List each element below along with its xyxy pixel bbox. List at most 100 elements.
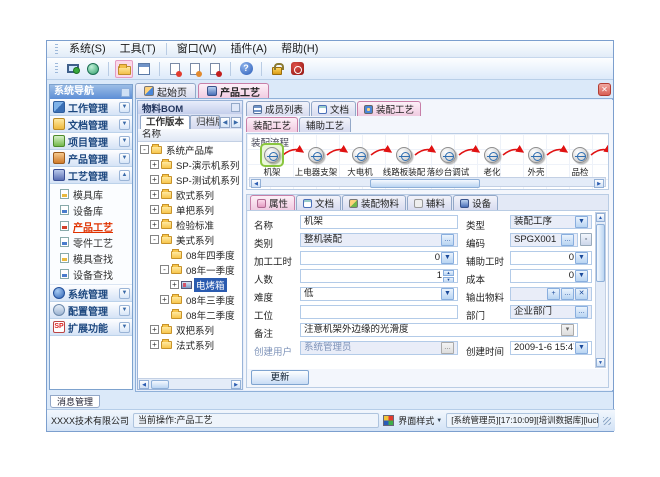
menu-help[interactable]: 帮助(H) [274, 41, 325, 57]
tree-node[interactable]: + SP-测试机系列 [138, 172, 242, 187]
chevron-down-icon[interactable] [119, 102, 130, 113]
tab-members[interactable]: 成员列表 [246, 101, 310, 116]
tree-node[interactable]: - 美式系列 [138, 232, 242, 247]
flow-node[interactable]: 外壳 [514, 145, 558, 177]
sidebar-group-work[interactable]: 工作管理 [50, 99, 132, 116]
station-field[interactable] [300, 305, 458, 319]
sidebar-group-document[interactable]: 文档管理 [50, 116, 132, 133]
form-add-icon[interactable] [166, 60, 184, 78]
monitor-icon[interactable] [64, 60, 82, 78]
create-time-field[interactable]: 2009-1-6 15:47:24 ▼ [510, 341, 592, 355]
tree-toggle[interactable]: + [150, 175, 159, 184]
chevron-down-icon[interactable] [119, 322, 130, 333]
report-icon[interactable] [135, 60, 153, 78]
sidebar-menu-button[interactable] [121, 88, 130, 97]
chevron-down-icon[interactable] [119, 288, 130, 299]
tab-assembly-process[interactable]: 装配工艺 [357, 101, 421, 116]
exit-icon[interactable] [288, 60, 306, 78]
scroll-left-icon[interactable]: ◀ [251, 179, 261, 188]
clear-icon[interactable]: ✕ [575, 288, 588, 300]
name-field[interactable]: 机架 [300, 215, 458, 229]
code-field[interactable]: SPGX001 … [510, 233, 578, 247]
style-palette-icon[interactable] [383, 415, 394, 426]
scroll-right-icon[interactable]: ▶ [231, 117, 241, 128]
ellipsis-icon[interactable]: … [575, 306, 588, 318]
add-icon[interactable]: + [547, 288, 560, 300]
sidebar-item-equipment-lib[interactable]: 设备库 [50, 202, 132, 218]
flow-node[interactable]: 落纱台调试 [426, 145, 470, 177]
form-edit-icon[interactable] [186, 60, 204, 78]
flow-horizontal-scrollbar[interactable]: ◀ ▶ [249, 177, 606, 187]
message-manager-tab[interactable]: 消息管理 [50, 395, 100, 408]
chevron-up-icon[interactable] [119, 170, 130, 181]
globe-icon[interactable] [84, 60, 102, 78]
people-field[interactable]: 1 ▲▼ [300, 269, 458, 283]
tree-toggle[interactable]: + [170, 280, 179, 289]
sidebar-group-config[interactable]: 配置管理 [50, 302, 132, 319]
dropdown-icon[interactable]: ▼ [575, 270, 588, 282]
tree-node[interactable]: 08年四季度 [138, 247, 242, 262]
tree-toggle[interactable]: + [150, 220, 159, 229]
flow-node[interactable]: 线路板装配 [382, 145, 426, 177]
chevron-down-icon[interactable] [119, 153, 130, 164]
tree-node[interactable]: - 系统产品库 [138, 142, 242, 157]
creator-field[interactable]: 系统管理员 … [300, 341, 458, 355]
dropdown-icon[interactable]: ▼ [575, 216, 588, 228]
dropdown-icon[interactable]: ▼ [441, 252, 454, 264]
tree-node[interactable]: + 双把系列 [138, 322, 242, 337]
tree-toggle[interactable]: + [160, 295, 169, 304]
menu-system[interactable]: 系统(S) [62, 41, 113, 57]
output-material-field[interactable]: + … ✕ [510, 287, 592, 301]
folder-open-icon[interactable] [115, 60, 133, 78]
tab-assembly-material[interactable]: 装配物料 [342, 195, 406, 210]
chevron-down-icon[interactable] [119, 305, 130, 316]
tab-prop-documents[interactable]: 文档 [296, 195, 341, 210]
tree-node[interactable]: + 欧式系列 [138, 187, 242, 202]
sidebar-item-equipment-search[interactable]: 设备查找 [50, 266, 132, 282]
subtab-assembly[interactable]: 装配工艺 [246, 117, 298, 132]
form-delete-icon[interactable] [206, 60, 224, 78]
scrollbar-thumb[interactable] [596, 224, 605, 282]
tree-toggle[interactable]: - [140, 145, 149, 154]
tree-column-header[interactable]: 名称 [138, 129, 242, 142]
scroll-left-icon[interactable]: ◀ [139, 380, 149, 389]
subtab-auxiliary[interactable]: 辅助工艺 [299, 117, 351, 132]
tree-node[interactable]: - 08年一季度 [138, 262, 242, 277]
sidebar-group-craft[interactable]: 工艺管理 [50, 167, 132, 184]
tree-toggle[interactable]: + [150, 340, 159, 349]
memo-edit-icon[interactable]: ▾ [561, 324, 574, 336]
ui-style-dropdown[interactable]: 界面样式 ▼ [398, 414, 442, 427]
flow-node[interactable]: 老化 [470, 145, 514, 177]
scroll-left-icon[interactable]: ◀ [220, 117, 230, 128]
close-icon[interactable]: ✕ [598, 83, 611, 96]
sidebar-item-mould-search[interactable]: 模具查找 [50, 250, 132, 266]
form-vertical-scrollbar[interactable]: ▲ ▼ [595, 212, 606, 368]
tree-node[interactable]: + 08年三季度 [138, 292, 242, 307]
resize-grip[interactable] [603, 417, 611, 425]
flow-node[interactable]: 品检 [558, 145, 602, 177]
scrollbar-thumb[interactable] [370, 179, 480, 188]
chevron-down-icon[interactable] [119, 119, 130, 130]
ellipsis-icon[interactable]: … [441, 234, 454, 246]
flow-node[interactable]: 大电机 [338, 145, 382, 177]
sidebar-group-extension[interactable]: SP 扩展功能 [50, 319, 132, 336]
flow-node-selected[interactable]: 机架 [250, 145, 294, 177]
sidebar-group-system[interactable]: 系统管理 [50, 285, 132, 302]
ellipsis-icon[interactable]: … [441, 342, 454, 354]
ellipsis-icon[interactable]: … [561, 234, 574, 246]
help-icon[interactable]: ? [237, 60, 255, 78]
scroll-right-icon[interactable]: ▶ [594, 179, 604, 188]
scroll-up-icon[interactable]: ▲ [596, 213, 605, 222]
tree-node-selected[interactable]: + 电烤箱 [138, 277, 242, 292]
menu-window[interactable]: 窗口(W) [170, 41, 224, 57]
department-field[interactable]: 企业部门 … [510, 305, 592, 319]
scrollbar-thumb[interactable] [151, 380, 169, 389]
update-button[interactable]: 更新 [251, 370, 309, 385]
tree-toggle[interactable]: - [150, 235, 159, 244]
sidebar-item-mould-lib[interactable]: 模具库 [50, 186, 132, 202]
tree-node[interactable]: + 单把系列 [138, 202, 242, 217]
sidebar-item-product-process[interactable]: 产品工艺 [50, 218, 132, 234]
code-extra-button[interactable]: ▫ [580, 233, 592, 246]
tree-node[interactable]: + SP-演示机系列 [138, 157, 242, 172]
tree-toggle[interactable]: - [160, 265, 169, 274]
